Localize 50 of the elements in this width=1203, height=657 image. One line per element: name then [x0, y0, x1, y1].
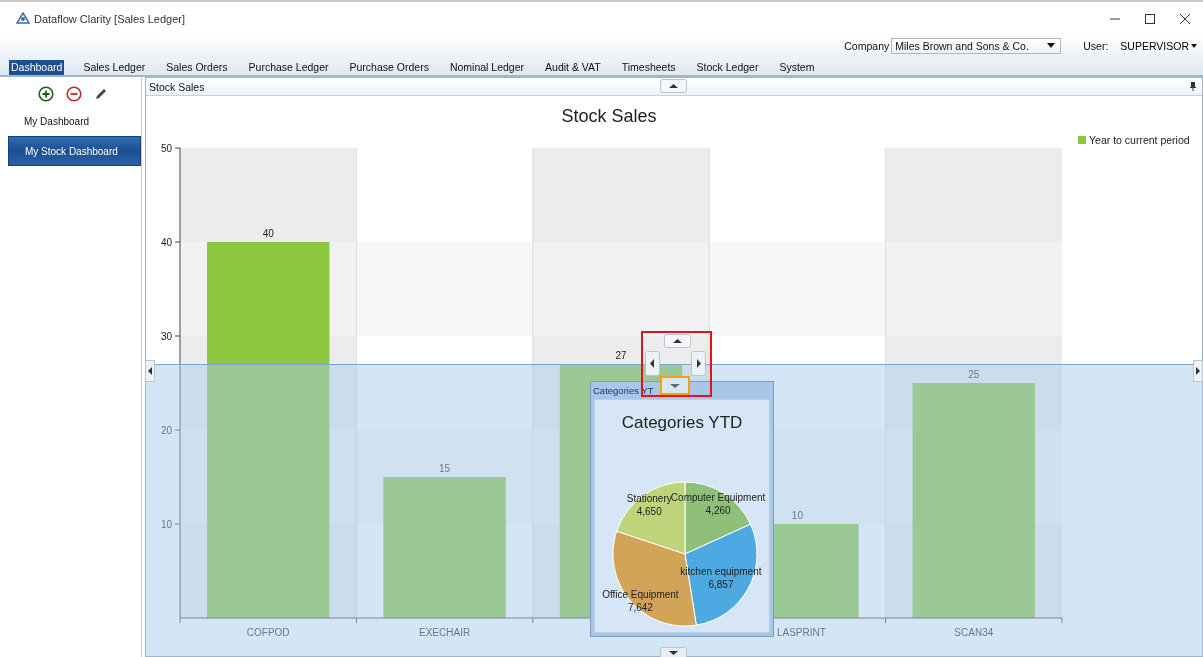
- pie-title: Categories YTD: [621, 413, 743, 432]
- x-category-label: EXECHAIR: [419, 627, 471, 638]
- legend-label: Year to current period: [1089, 134, 1190, 146]
- highlight-frame: [641, 331, 712, 397]
- bar-value-label: 40: [262, 228, 274, 239]
- menu-tab[interactable]: Nominal Ledger: [440, 60, 534, 75]
- pencil-icon[interactable]: [94, 87, 108, 101]
- add-icon[interactable]: [38, 86, 54, 102]
- y-tick-label: 20: [160, 425, 172, 436]
- x-category-label: LASPRINT: [776, 627, 826, 638]
- menu-tab[interactable]: Purchase Orders: [340, 60, 438, 75]
- x-category-label: COFPOD: [246, 627, 290, 638]
- menu-tab[interactable]: System: [770, 60, 824, 75]
- pie-value-label: 4,650: [636, 506, 662, 518]
- y-tick-label: 50: [160, 143, 172, 154]
- user-menu[interactable]: SUPERVISOR: [1120, 39, 1197, 52]
- dashboard-item[interactable]: My Dashboard: [8, 106, 141, 136]
- menu-tab[interactable]: Audit & VAT: [536, 60, 610, 75]
- menu-tab[interactable]: Dashboard: [9, 60, 65, 75]
- pie-value-label: 4,260: [705, 504, 731, 516]
- pin-icon[interactable]: [1190, 82, 1196, 91]
- bar-value-label: 27: [615, 350, 627, 362]
- remove-icon[interactable]: [66, 86, 82, 102]
- pie-value-label: 6,857: [708, 578, 734, 590]
- menu-tab[interactable]: Sales Ledger: [74, 60, 155, 75]
- company-label: Company: [844, 39, 890, 52]
- y-tick-label: 10: [160, 519, 172, 530]
- collapse-bottom-arrow[interactable]: [660, 647, 687, 657]
- caret-icon: [1191, 43, 1197, 48]
- company-dropdown[interactable]: Miles Brown and Sons & Co.: [891, 37, 1062, 54]
- menu-tab[interactable]: Sales Orders: [157, 60, 237, 75]
- chart-title: Stock Sales: [561, 106, 657, 126]
- user-label: User:: [1083, 39, 1109, 52]
- bar-value-label: 25: [968, 369, 980, 380]
- menu-tab[interactable]: Timesheets: [612, 60, 685, 75]
- bar-value-label: 15: [439, 463, 451, 474]
- pie-slice-label: Office Equipment: [602, 588, 679, 600]
- y-tick-label: 40: [160, 237, 172, 248]
- close-icon[interactable]: [1179, 12, 1191, 25]
- app-logo-icon: [16, 12, 30, 25]
- menu-tab[interactable]: Stock Ledger: [687, 60, 768, 75]
- y-tick-label: 30: [160, 331, 172, 342]
- dashboard-item[interactable]: My Stock Dashboard: [8, 136, 141, 166]
- x-category-label: SCAN34: [954, 627, 994, 638]
- maximize-icon[interactable]: [1144, 12, 1156, 25]
- window-title: Dataflow Clarity [Sales Ledger]: [34, 12, 185, 25]
- dropdown-caret-icon[interactable]: [1047, 43, 1056, 48]
- bar-value-label: 10: [791, 510, 803, 521]
- menu-tab[interactable]: Purchase Ledger: [239, 60, 338, 75]
- panel-title: Stock Sales: [149, 80, 205, 93]
